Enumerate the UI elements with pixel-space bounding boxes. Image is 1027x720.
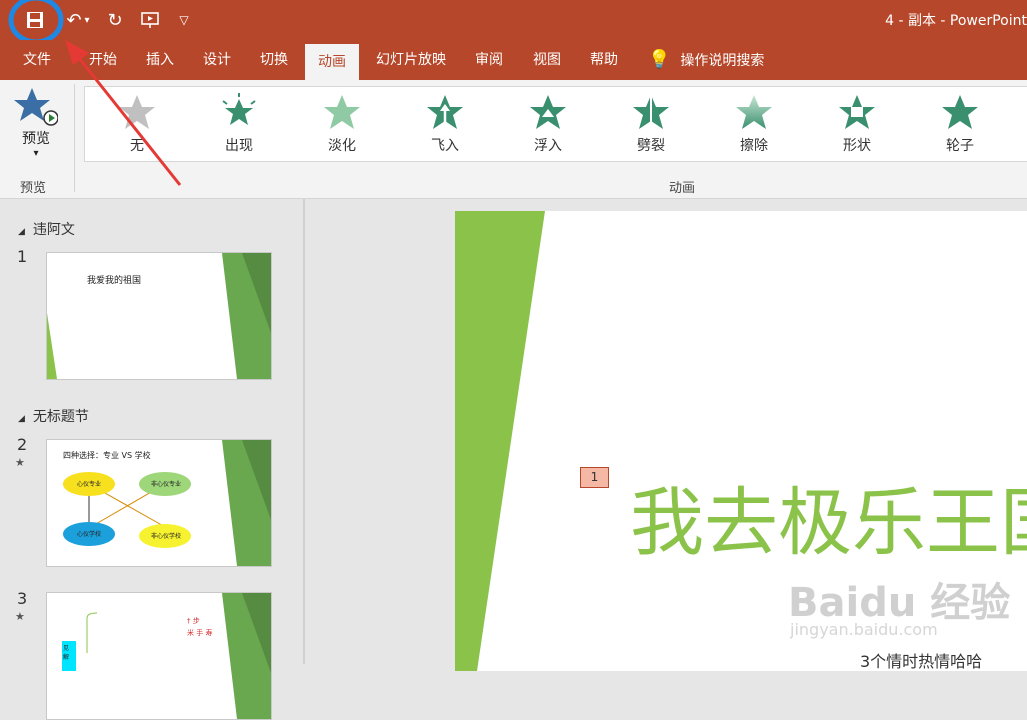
anim-label: 飞入 [431,138,459,154]
preview-star-icon [14,88,59,126]
anim-shape[interactable]: 形状 [817,87,897,161]
present-icon [141,12,159,28]
thumb-diagram [63,440,271,566]
anim-label: 浮入 [534,138,562,154]
star-wipe-icon [736,95,772,129]
svg-text:米 手 寿: 米 手 寿 [187,628,212,637]
anim-label: 擦除 [740,138,768,154]
slide-number: 1 [17,247,28,266]
tab-slideshow[interactable]: 幻灯片放映 [366,40,456,80]
star-fly-in-icon [427,95,463,129]
anim-label: 轮子 [946,138,974,154]
search-label: 操作说明搜索 [680,53,765,69]
anim-wheel[interactable]: 轮子 [920,87,1000,161]
anim-float-in[interactable]: 浮入 [508,87,588,161]
node-label: 心仪专业 [77,481,102,488]
tab-transitions[interactable]: 切换 [247,40,301,80]
slide-subtitle[interactable]: 3个情时热情哈哈 [860,648,982,672]
star-wheel-icon [942,95,978,129]
chevron-down-icon: ▾ [84,14,90,26]
star-appear-icon [222,93,256,125]
repeat-icon: ↻ [107,9,123,31]
anim-fade[interactable]: 淡化 [302,87,382,161]
window-title: 4 - 副本 - PowerPoint [885,13,1027,29]
thumb-label: 见解 [63,645,70,661]
tab-help[interactable]: 帮助 [577,40,631,80]
section-header[interactable]: ◢ 违阿文 [18,219,75,239]
slide-number: 2 [17,435,28,454]
section-title: 无标题节 [32,409,89,425]
watermark-url: jingyan.baidu.com [790,620,938,639]
anim-label: 劈裂 [637,138,665,154]
animation-order-badge[interactable]: 1 [580,467,609,488]
collapse-icon: ◢ [18,227,25,237]
thumb-mindmap: † 步米 手 寿 [62,593,271,719]
svg-text:† 步: † 步 [187,617,200,625]
redo-button[interactable]: ↻ [102,6,128,34]
node-label: 心仪学校 [77,531,102,538]
section-title: 违阿文 [32,222,75,238]
anim-label: 出现 [225,138,253,154]
star-shape-icon [839,95,875,129]
annotation-arrow [65,40,182,186]
star-float-in-icon [530,95,566,129]
slide-decoration [47,253,271,379]
anim-appear[interactable]: 出现 [199,87,279,161]
tab-review[interactable]: 审阅 [462,40,516,80]
present-button[interactable] [137,6,163,34]
star-split-icon [633,95,669,129]
anim-wipe[interactable]: 擦除 [714,87,794,161]
collapse-icon: ◢ [18,414,25,424]
animation-group-label: 动画 [669,181,696,196]
slide-thumbnail-3[interactable]: † 步米 手 寿 见解 [46,592,272,720]
section-header[interactable]: ◢ 无标题节 [18,406,89,426]
animation-star-icon: ★ [15,456,25,469]
star-fade-icon [324,95,360,129]
node-label: 非心仪专业 [151,481,182,488]
lightbulb-icon: 💡 [648,49,671,70]
slide-thumbnail-1[interactable]: 我爱我的祖国 [46,252,272,380]
anim-label: 淡化 [328,138,356,154]
tab-design[interactable]: 设计 [190,40,244,80]
slide-thumbnail-pane: ◢ 违阿文 1 我爱我的祖国 ◢ 无标题节 2 ★ 四种选择：专业 VS 学校 心仪… [0,199,303,720]
preview-group-label: 预览 [20,181,47,196]
animation-star-icon: ★ [15,610,25,623]
title-bar: ↶ ▾ ↻ ▽ 4 - 副本 - PowerPoint [0,0,1027,45]
tell-me-search[interactable]: 💡 操作说明搜索 [648,40,788,80]
slide-number: 3 [17,589,28,608]
customize-qat-button[interactable]: ▽ [174,6,194,34]
anim-split[interactable]: 劈裂 [611,87,691,161]
tab-animations[interactable]: 动画 [305,44,359,80]
node-label: 非心仪学校 [151,533,182,540]
tab-view[interactable]: 视图 [520,40,574,80]
slide-title[interactable]: 我去极乐王国 [630,463,1027,570]
animation-gallery: 无 出现 淡化 飞入 浮入 劈裂 擦除 形状 轮子 [84,86,1027,162]
slide-thumbnail-2[interactable]: 四种选择：专业 VS 学校 心仪专业 非心仪专业 心仪学校 非心仪学校 [46,439,272,567]
anim-fly-in[interactable]: 飞入 [405,87,485,161]
chevron-down-icon: ▽ [179,13,189,27]
anim-label: 形状 [843,138,871,154]
